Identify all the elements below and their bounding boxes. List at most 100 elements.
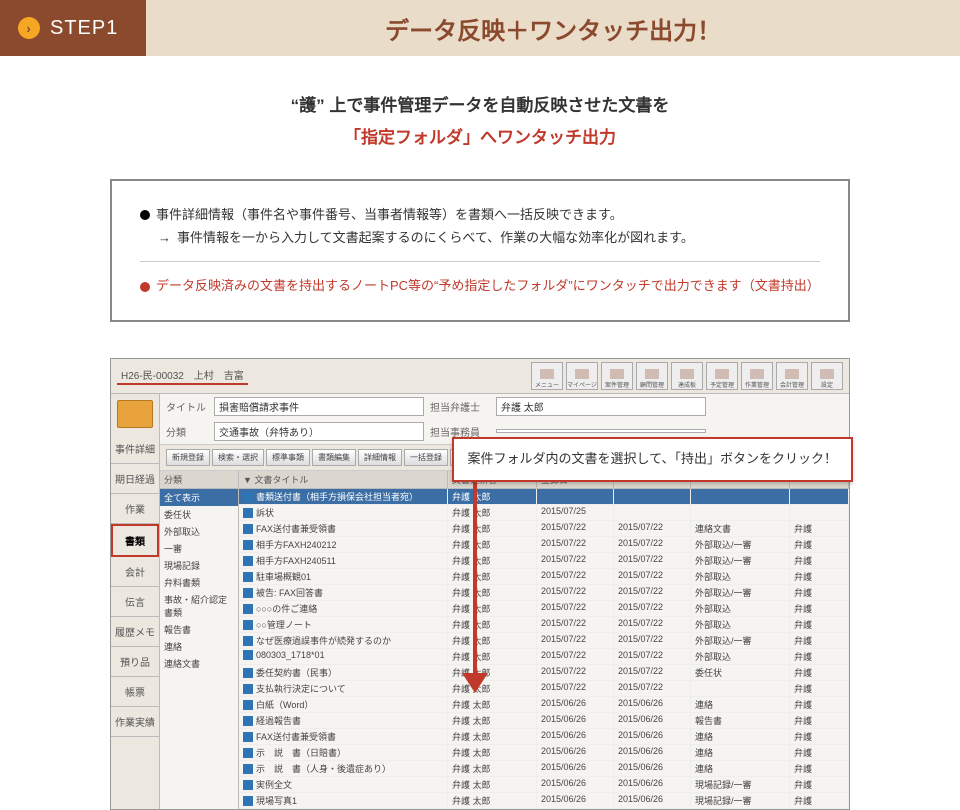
meta-cat-label: 分類 — [166, 424, 208, 439]
folder-icon — [117, 400, 153, 428]
file-icon — [243, 572, 253, 582]
toolbar-icon[interactable]: マイページ — [566, 362, 598, 390]
category-header: 分類 — [160, 471, 238, 489]
table-row[interactable]: 駐車場概観01弁護 太郎2015/07/222015/07/22外部取込弁護 — [239, 569, 849, 585]
step-label: STEP1 — [50, 17, 118, 40]
table-row[interactable]: 080303_1718*01弁護 太郎2015/07/222015/07/22外… — [239, 649, 849, 665]
category-list: 分類 全て表示委任状外部取込一審現場記録弁料書類事故・紹介認定書類報告書連絡連絡… — [160, 471, 239, 809]
table-row[interactable]: 白紙（Word）弁護 太郎2015/06/262015/06/26連絡弁護 — [239, 697, 849, 713]
document-table: ▼ 文書タイトル 文書更新者 登録日 書類送付書（相手方損保会社担当者宛）弁護 … — [239, 471, 849, 809]
sidebar-tab[interactable]: 会計 — [111, 557, 159, 587]
category-item[interactable]: 現場記録 — [160, 557, 238, 574]
action-button[interactable]: 検索・選択 — [212, 449, 264, 466]
sidebar-tab[interactable]: 預り品 — [111, 647, 159, 677]
sidebar-tab[interactable]: 履歴メモ — [111, 617, 159, 647]
meta-lawyer-label: 担当弁護士 — [430, 399, 490, 414]
file-icon — [243, 604, 253, 614]
table-row[interactable]: なぜ医療過誤事件が続発するのか弁護 太郎2015/07/222015/07/22… — [239, 633, 849, 649]
table-row[interactable]: ○○○の件ご連絡弁護 太郎2015/07/222015/07/22外部取込弁護 — [239, 601, 849, 617]
table-row[interactable]: 実例全文弁護 太郎2015/06/262015/06/26現場記録/一審弁護 — [239, 777, 849, 793]
toolbar-icon[interactable]: メニュー — [531, 362, 563, 390]
table-row[interactable]: 相手方FAXH240212弁護 太郎2015/07/222015/07/22外部… — [239, 537, 849, 553]
category-item[interactable]: 全て表示 — [160, 489, 238, 506]
category-item[interactable]: 委任状 — [160, 506, 238, 523]
file-icon — [243, 732, 253, 742]
action-button[interactable]: 詳細情報 — [358, 449, 402, 466]
action-button[interactable]: 標準事類 — [266, 449, 310, 466]
file-icon — [243, 780, 253, 790]
lead-text: “護” 上で事件管理データを自動反映させた文書を 「指定フォルダ」へワンタッチ出… — [0, 90, 960, 155]
arrow-icon: → — [158, 230, 171, 245]
table-row[interactable]: 書類送付書（相手方損保会社担当者宛）弁護 太郎 — [239, 489, 849, 505]
info-box: 事件詳細情報（事件名や事件番号、当事者情報等）を書類へ一括反映できます。 →事件… — [110, 179, 850, 322]
table-row[interactable]: 示 説 書（人身・後遺症あり）弁護 太郎2015/06/262015/06/26… — [239, 761, 849, 777]
action-button[interactable]: 新規登録 — [166, 449, 210, 466]
table-row[interactable]: 経過報告書弁護 太郎2015/06/262015/06/26報告書弁護 — [239, 713, 849, 729]
lead-line2: 「指定フォルダ」へワンタッチ出力 — [0, 122, 960, 154]
file-icon — [243, 796, 253, 806]
sidebar-tab[interactable]: 事件詳細 — [111, 434, 159, 464]
table-row[interactable]: ○○管理ノート弁護 太郎2015/07/222015/07/22外部取込弁護 — [239, 617, 849, 633]
category-item[interactable]: 連絡文書 — [160, 655, 238, 672]
sidebar: 事件詳細期日経過作業書類会計伝言履歴メモ預り品帳票作業実績 — [111, 394, 160, 809]
category-item[interactable]: 連絡 — [160, 638, 238, 655]
toolbar-icons: メニューマイページ案件管理顧問管理達成板予定管理作業管理会計管理設定 — [531, 362, 843, 390]
file-icon — [243, 716, 253, 726]
app-screenshot: 案件フォルダ内の文書を選択して、「持出」ボタンをクリック！ H26-民-0003… — [110, 358, 850, 810]
breadcrumb-bar: H26-民-00032 上村 吉富 メニューマイページ案件管理顧問管理達成板予定… — [111, 359, 849, 394]
meta-staff-input[interactable] — [496, 429, 706, 433]
table-row[interactable]: 委任契約書（民事）弁護 太郎2015/07/222015/07/22委任状弁護 — [239, 665, 849, 681]
breadcrumb: H26-民-00032 上村 吉富 — [117, 367, 248, 385]
table-row[interactable]: 訴状弁護 太郎2015/07/25 — [239, 505, 849, 521]
file-icon — [243, 588, 253, 598]
file-icon — [243, 636, 253, 646]
col-title[interactable]: ▼ 文書タイトル — [239, 471, 448, 489]
step-title: データ反映＋ワンタッチ出力！ — [146, 0, 960, 56]
toolbar-icon[interactable]: 予定管理 — [706, 362, 738, 390]
table-row[interactable]: FAX送付書兼受領書弁護 太郎2015/06/262015/06/26連絡弁護 — [239, 729, 849, 745]
category-item[interactable]: 外部取込 — [160, 523, 238, 540]
table-row[interactable]: 支払執行決定について弁護 太郎2015/07/222015/07/22弁護 — [239, 681, 849, 697]
category-item[interactable]: 事故・紹介認定書類 — [160, 591, 238, 621]
table-row[interactable]: 現場写真1弁護 太郎2015/06/262015/06/26現場記録/一審弁護 — [239, 793, 849, 809]
category-item[interactable]: 弁料書類 — [160, 574, 238, 591]
arrow-circle-icon: › — [18, 17, 40, 39]
file-icon — [243, 556, 253, 566]
bullet-icon — [140, 210, 150, 220]
meta-lawyer-input[interactable]: 弁護 太郎 — [496, 397, 706, 416]
file-icon — [243, 492, 253, 502]
sidebar-tab[interactable]: 期日経過 — [111, 464, 159, 494]
category-item[interactable]: 報告書 — [160, 621, 238, 638]
meta-title-input[interactable]: 損害賠償請求事件 — [214, 397, 424, 416]
file-icon — [243, 764, 253, 774]
table-row[interactable]: 被告: FAX回答書弁護 太郎2015/07/222015/07/22外部取込/… — [239, 585, 849, 601]
category-item[interactable]: 一審 — [160, 540, 238, 557]
file-icon — [243, 684, 253, 694]
sidebar-tab[interactable]: 作業実績 — [111, 707, 159, 737]
sidebar-tab[interactable]: 帳票 — [111, 677, 159, 707]
sidebar-tab[interactable]: 作業 — [111, 494, 159, 524]
table-row[interactable]: 示 説 書（日賠書）弁護 太郎2015/06/262015/06/26連絡弁護 — [239, 745, 849, 761]
down-arrow-icon — [473, 455, 477, 675]
toolbar-icon[interactable]: 顧問管理 — [636, 362, 668, 390]
file-icon — [243, 620, 253, 630]
file-icon — [243, 540, 253, 550]
action-button[interactable]: 書類編集 — [312, 449, 356, 466]
meta-title-label: タイトル — [166, 399, 208, 414]
file-icon — [243, 748, 253, 758]
toolbar-icon[interactable]: 達成板 — [671, 362, 703, 390]
file-icon — [243, 668, 253, 678]
toolbar-icon[interactable]: 設定 — [811, 362, 843, 390]
meta-cat-input[interactable]: 交通事故（弁特あり） — [214, 422, 424, 441]
step-header: › STEP1 データ反映＋ワンタッチ出力！ — [0, 0, 960, 56]
sidebar-tab[interactable]: 伝言 — [111, 587, 159, 617]
toolbar-icon[interactable]: 案件管理 — [601, 362, 633, 390]
toolbar-icon[interactable]: 作業管理 — [741, 362, 773, 390]
bullet-icon — [140, 282, 150, 292]
sidebar-tab[interactable]: 書類 — [111, 524, 159, 557]
table-row[interactable]: FAX送付書兼受領書弁護 太郎2015/07/222015/07/22連絡文書弁… — [239, 521, 849, 537]
info-point1: 事件詳細情報（事件名や事件番号、当事者情報等）を書類へ一括反映できます。 →事件… — [140, 203, 820, 250]
toolbar-icon[interactable]: 会計管理 — [776, 362, 808, 390]
action-button[interactable]: 一括登録 — [404, 449, 448, 466]
table-row[interactable]: 相手方FAXH240511弁護 太郎2015/07/222015/07/22外部… — [239, 553, 849, 569]
